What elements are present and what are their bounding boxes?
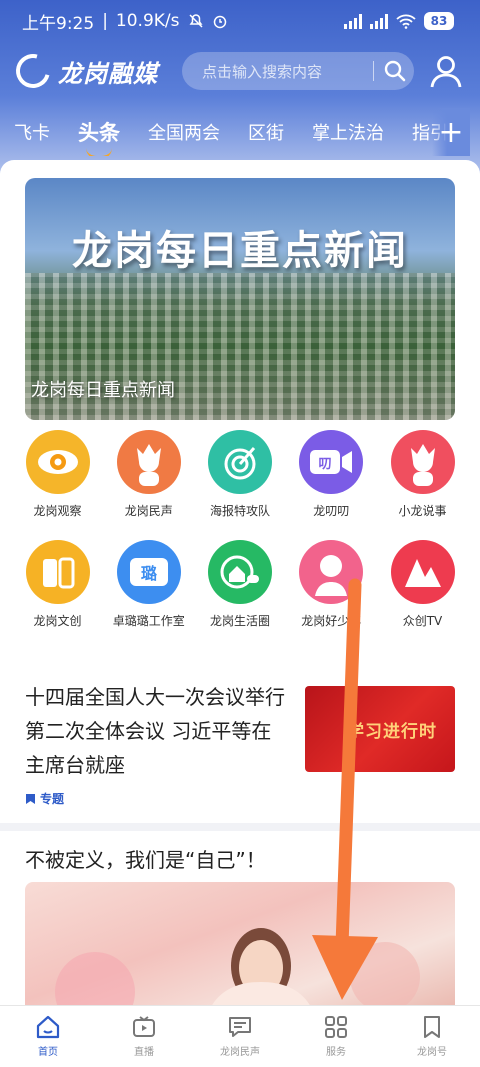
- grid-item-life[interactable]: 龙岗生活圈: [195, 540, 286, 650]
- nav-label: 首页: [38, 1047, 58, 1058]
- alarm-icon: [213, 15, 226, 29]
- feed-content: 龙岗每日重点新闻 龙岗每日重点新闻 龙岗观察 龙岗民声 海报特攻队 叨 龙叨叨 …: [0, 160, 480, 1005]
- nav-label: 服务: [326, 1047, 346, 1058]
- nav-label: 龙岗号: [417, 1047, 447, 1058]
- dragon-icon: [116, 430, 181, 494]
- grid-item-label: 龙岗观察: [33, 504, 82, 518]
- tab-qujie[interactable]: 区街: [248, 119, 284, 145]
- battery-indicator: 83: [424, 12, 454, 30]
- signal-icon: [344, 13, 362, 29]
- grid-item-tv[interactable]: 众创TV: [377, 540, 468, 650]
- status-net-speed: 10.9K/s: [115, 11, 180, 31]
- eye-icon: [25, 430, 90, 494]
- wenchuang-icon: [25, 540, 90, 604]
- nav-home[interactable]: 首页: [0, 1006, 96, 1067]
- video-chat-icon: 叨: [299, 430, 364, 494]
- grid-item-label: 龙叨叨: [313, 504, 350, 518]
- grid-row: 龙岗文创 璐 卓璐璐工作室 龙岗生活圈 龙岗好少年 众创TV: [12, 540, 468, 650]
- grid-item-label: 小龙说事: [398, 504, 447, 518]
- svg-text:璐: 璐: [141, 564, 157, 583]
- search-icon[interactable]: [384, 60, 406, 82]
- news-thumbnail: 学习进行时: [305, 686, 455, 772]
- grid-item-poster[interactable]: 海报特攻队: [195, 430, 286, 540]
- grid-item-label: 龙岗文创: [33, 614, 82, 628]
- grid-item-youth[interactable]: 龙岗好少年: [286, 540, 377, 650]
- nav-services[interactable]: 服务: [288, 1006, 384, 1067]
- news-tag: 专题: [25, 790, 455, 807]
- svg-text:叨: 叨: [319, 457, 332, 472]
- plus-icon: +: [438, 114, 464, 150]
- signal-icon: [370, 13, 388, 29]
- add-channel-button[interactable]: +: [432, 108, 470, 156]
- mute-icon: [188, 14, 203, 28]
- person-icon: [299, 540, 364, 604]
- grid-icon: [325, 1016, 347, 1038]
- nav-label: 龙岗民声: [220, 1047, 260, 1058]
- tv-icon: [133, 1016, 155, 1037]
- grid-item-label: 卓璐璐工作室: [112, 614, 185, 628]
- banner-carousel[interactable]: 龙岗每日重点新闻 龙岗每日重点新闻: [25, 178, 455, 420]
- app-header: 龙岗融媒 点击输入搜索内容: [0, 42, 480, 100]
- grid-item-label: 众创TV: [402, 614, 443, 628]
- nav-longgang-hao[interactable]: 龙岗号: [384, 1006, 480, 1067]
- search-input[interactable]: 点击输入搜索内容: [182, 52, 414, 90]
- home-icon: [208, 540, 272, 604]
- user-profile-icon[interactable]: [428, 53, 464, 89]
- search-placeholder: 点击输入搜索内容: [202, 62, 323, 81]
- news-tag-label: 专题: [40, 792, 65, 806]
- tab-lianghui[interactable]: 全国两会: [148, 119, 220, 145]
- grid-item-label: 龙岗民声: [124, 504, 173, 518]
- home-icon: [36, 1015, 60, 1039]
- bookmark-icon: [26, 793, 35, 804]
- news-thumb-text: 学习进行时: [347, 721, 437, 742]
- tv-icon: [390, 540, 455, 604]
- app-logo: 龙岗融媒: [9, 47, 158, 95]
- nav-label: 直播: [134, 1047, 154, 1058]
- message-icon: [229, 1017, 251, 1037]
- grid-row: 龙岗观察 龙岗民声 海报特攻队 叨 龙叨叨 小龙说事: [12, 430, 468, 540]
- article-title[interactable]: 不被定义，我们是“自己”！: [25, 844, 266, 873]
- tab-feika[interactable]: 飞卡: [14, 119, 50, 145]
- section-divider: [0, 823, 480, 831]
- bottom-navigation: 首页 直播 龙岗民声 服务 龙岗号: [0, 1005, 480, 1067]
- studio-icon: 璐: [116, 540, 181, 604]
- article-image[interactable]: [25, 882, 455, 1005]
- status-bar: 上午9:25 | 10.9K/s 83: [0, 0, 480, 42]
- wifi-icon: [396, 14, 416, 29]
- grid-item-label: 龙岗生活圈: [209, 614, 270, 628]
- nav-live[interactable]: 直播: [96, 1006, 192, 1067]
- bookmark-icon: [424, 1016, 440, 1038]
- channel-tabs: 飞卡 头条 全国两会 区街 掌上法治 指引: [0, 108, 480, 156]
- tab-toutiao[interactable]: 头条: [78, 117, 120, 147]
- news-title: 十四届全国人大一次会议举行第二次全体会议 习近平等在主席台就座: [25, 685, 285, 777]
- article-illustration: [55, 928, 420, 1005]
- news-card[interactable]: 十四届全国人大一次会议举行第二次全体会议 习近平等在主席台就座 专题 学习进行时: [25, 680, 455, 815]
- logo-icon: [9, 47, 57, 95]
- grid-item-xiaolong[interactable]: 小龙说事: [377, 430, 468, 540]
- logo-text: 龙岗融媒: [58, 59, 158, 88]
- status-time: 上午9:25: [22, 13, 95, 34]
- nav-minsheng[interactable]: 龙岗民声: [192, 1006, 288, 1067]
- grid-item-wenchuang[interactable]: 龙岗文创: [12, 540, 103, 650]
- grid-item-studio[interactable]: 璐 卓璐璐工作室: [103, 540, 194, 650]
- tab-fazhi[interactable]: 掌上法治: [312, 119, 384, 145]
- quick-entry-grid: 龙岗观察 龙岗民声 海报特攻队 叨 龙叨叨 小龙说事 龙岗文创 璐 卓璐璐工作室…: [12, 430, 468, 650]
- banner-caption: 龙岗每日重点新闻: [31, 380, 175, 401]
- grid-item-daodao[interactable]: 叨 龙叨叨: [286, 430, 377, 540]
- search-divider: [373, 61, 374, 81]
- target-icon: [208, 430, 272, 494]
- dragon-icon: [390, 430, 455, 494]
- banner-headline: 龙岗每日重点新闻: [72, 228, 408, 274]
- grid-item-minsheng[interactable]: 龙岗民声: [103, 430, 194, 540]
- grid-item-observe[interactable]: 龙岗观察: [12, 430, 103, 540]
- grid-item-label: 龙岗好少年: [301, 614, 362, 628]
- grid-item-label: 海报特攻队: [209, 504, 270, 518]
